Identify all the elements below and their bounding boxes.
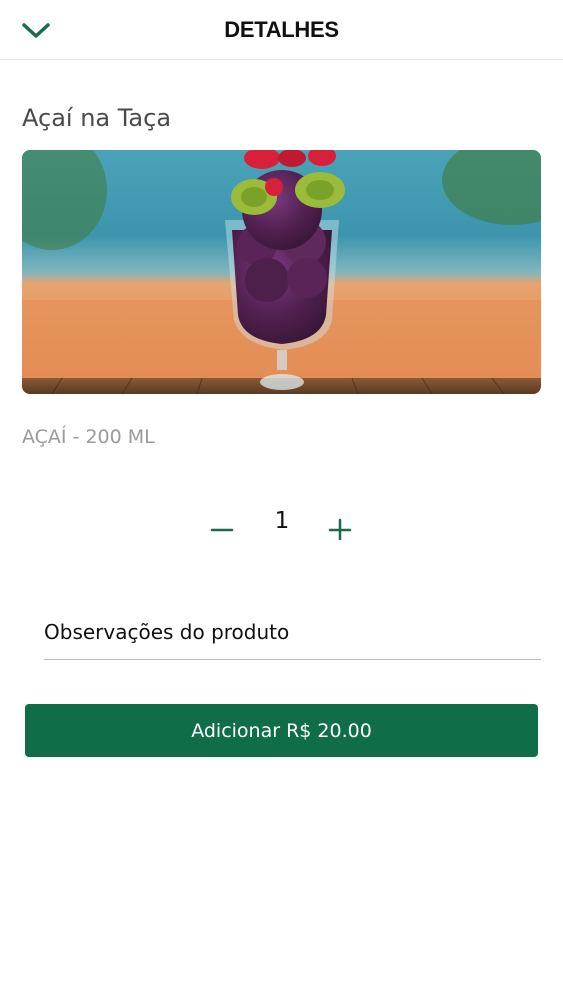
chevron-down-icon[interactable]	[18, 14, 54, 46]
product-image	[22, 150, 541, 394]
minus-icon[interactable]	[202, 508, 242, 548]
product-description: AÇAÍ - 200 ML	[22, 426, 155, 448]
quantity-value: 1	[274, 508, 290, 534]
product-name: Açaí na Taça	[22, 104, 172, 132]
product-notes-input[interactable]	[44, 605, 541, 660]
acai-bowl-photo	[22, 150, 541, 394]
quantity-stepper: 1	[0, 500, 563, 550]
page-title: DETALHES	[224, 16, 339, 42]
top-bar: DETALHES	[0, 0, 563, 60]
add-to-cart-button[interactable]: Adicionar R$ 20.00	[25, 704, 538, 757]
plus-icon[interactable]	[320, 508, 360, 548]
